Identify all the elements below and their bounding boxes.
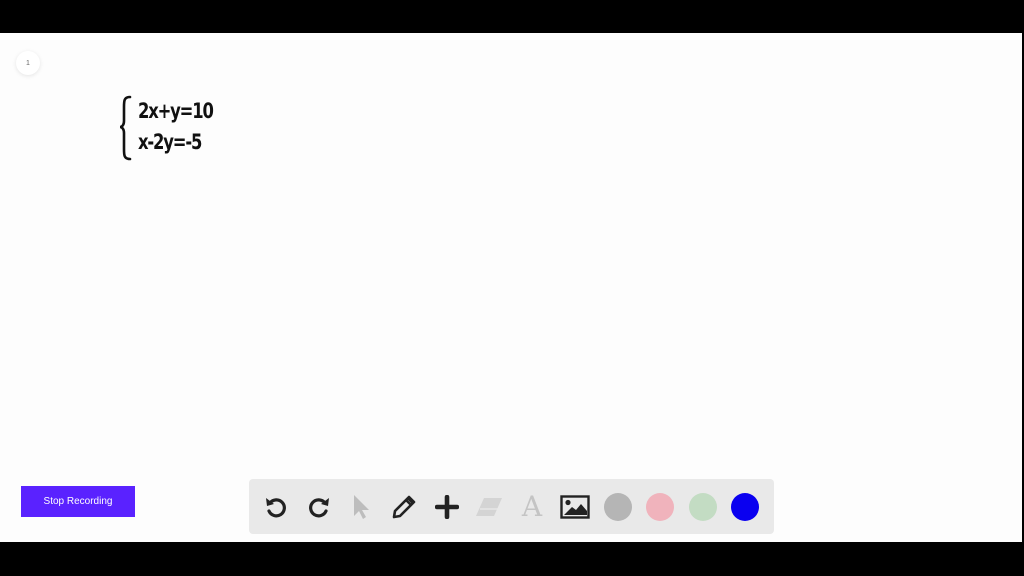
eraser-tool-button[interactable] bbox=[468, 479, 510, 534]
color-swatch-gray[interactable] bbox=[597, 479, 639, 534]
redo-button[interactable] bbox=[298, 479, 340, 534]
whiteboard-canvas[interactable]: 1 2x+y=10 x-2y=-5 Stop Recording A bbox=[0, 33, 1022, 542]
equation-1: 2x+y=10 bbox=[138, 99, 214, 123]
pencil-icon bbox=[392, 495, 416, 518]
drawing-toolbar: A bbox=[249, 479, 774, 534]
image-icon bbox=[560, 494, 590, 519]
color-swatch-blue[interactable] bbox=[724, 479, 766, 534]
text-tool-button[interactable]: A bbox=[511, 479, 553, 534]
undo-icon bbox=[266, 497, 286, 517]
equation-system: 2x+y=10 x-2y=-5 bbox=[118, 93, 238, 163]
stop-recording-button[interactable]: Stop Recording bbox=[21, 486, 135, 517]
image-tool-button[interactable] bbox=[554, 479, 596, 534]
page-number-badge[interactable]: 1 bbox=[16, 51, 40, 75]
cursor-arrow-icon bbox=[354, 494, 369, 519]
redo-icon bbox=[309, 497, 329, 517]
pen-tool-button[interactable] bbox=[383, 479, 425, 534]
equation-2: x-2y=-5 bbox=[138, 130, 202, 154]
color-swatch-green[interactable] bbox=[682, 479, 724, 534]
add-button[interactable] bbox=[426, 479, 468, 534]
plus-icon bbox=[435, 494, 459, 519]
eraser-icon bbox=[476, 497, 502, 516]
undo-button[interactable] bbox=[255, 479, 297, 534]
color-green-circle bbox=[689, 492, 717, 521]
text-icon: A bbox=[521, 490, 543, 523]
select-tool-button[interactable] bbox=[340, 479, 382, 534]
color-swatch-pink[interactable] bbox=[639, 479, 681, 534]
color-gray-circle bbox=[604, 492, 632, 521]
color-blue-circle bbox=[731, 492, 759, 521]
left-brace-icon bbox=[119, 95, 132, 161]
color-pink-circle bbox=[646, 492, 674, 521]
